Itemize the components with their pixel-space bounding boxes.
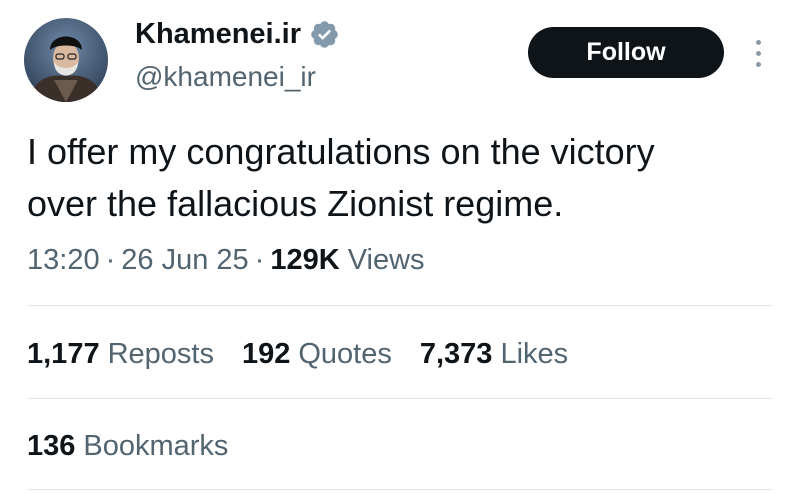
tweet-date[interactable]: 26 Jun 25 xyxy=(121,244,248,276)
tweet-text: I offer my congratulations on the victor… xyxy=(27,126,777,230)
divider xyxy=(27,305,773,306)
display-name-text: Khamenei.ir xyxy=(135,18,301,50)
quotes-stat[interactable]: 192 Quotes xyxy=(242,332,392,376)
avatar[interactable] xyxy=(24,18,108,102)
more-dot xyxy=(755,61,761,67)
engagement-stats: 1,177 Reposts 192 Quotes 7,373 Likes xyxy=(27,332,568,376)
more-dot xyxy=(755,39,761,45)
profile-photo xyxy=(24,18,108,102)
tweet-text-line-1: I offer my congratulations on the victor… xyxy=(27,131,655,172)
tweet-meta: 13:20 · 26 Jun 25 · 129K Views xyxy=(27,238,425,282)
bookmarks-label: Bookmarks xyxy=(83,430,229,462)
author-display-name[interactable]: Khamenei.ir xyxy=(135,14,340,54)
tweet-time[interactable]: 13:20 xyxy=(27,244,100,276)
verified-badge-icon xyxy=(309,19,340,50)
more-vertical-icon[interactable] xyxy=(748,33,768,73)
views-count: 129K xyxy=(270,244,340,276)
likes-label: Likes xyxy=(500,338,569,370)
reposts-label: Reposts xyxy=(107,338,214,370)
more-dot xyxy=(755,50,761,56)
author-handle[interactable]: @khamenei_ir xyxy=(135,58,316,96)
follow-button[interactable]: Follow xyxy=(528,27,724,78)
divider xyxy=(27,489,773,490)
reposts-stat[interactable]: 1,177 Reposts xyxy=(27,332,214,376)
meta-separator: · xyxy=(105,244,116,276)
likes-stat[interactable]: 7,373 Likes xyxy=(420,332,568,376)
views-label: Views xyxy=(347,244,425,276)
bookmarks-stat[interactable]: 136 Bookmarks xyxy=(27,424,228,468)
meta-separator: · xyxy=(254,244,265,276)
likes-count: 7,373 xyxy=(419,338,493,370)
quotes-label: Quotes xyxy=(298,338,392,370)
divider xyxy=(27,398,773,399)
reposts-count: 1,177 xyxy=(27,338,100,370)
quotes-count: 192 xyxy=(241,338,291,370)
tweet-text-line-2: over the fallacious Zionist regime. xyxy=(27,183,564,224)
bookmarks-count: 136 xyxy=(27,430,76,462)
